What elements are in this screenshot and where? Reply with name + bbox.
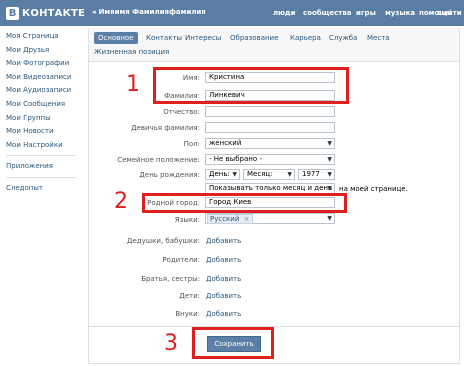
chevron-down-icon: ▼ xyxy=(327,185,332,192)
sidebar-item-videos[interactable]: Мои Видеозаписи xyxy=(6,71,80,85)
sidebar-item-photos[interactable]: Мои Фотографии xyxy=(6,57,80,71)
left-sidebar: Моя Страница Мои Друзья Мои Фотографии М… xyxy=(6,30,80,196)
chevron-down-icon: ▼ xyxy=(327,140,332,147)
annotation-box-3 xyxy=(192,327,274,359)
siblings-label: Братья, сестры: xyxy=(141,275,200,283)
back-arrow-icon: ◂ xyxy=(92,8,96,16)
maiden-name-label: Девичья фамилия: xyxy=(131,124,200,132)
tab-life-position[interactable]: Жизненная позиция xyxy=(94,46,169,58)
gender-label: Пол: xyxy=(183,140,200,148)
nav-logout[interactable]: выйти xyxy=(437,9,462,17)
chevron-down-icon: ▼ xyxy=(327,171,332,178)
profile-tabs: Основное Контакты Интересы Образование К… xyxy=(89,28,459,62)
chevron-down-icon: ▼ xyxy=(327,215,332,222)
sidebar-item-groups[interactable]: Мои Группы xyxy=(6,112,80,126)
profile-name-label: Имяимя Фамилияфамилия xyxy=(98,8,206,16)
top-header: B КОНТАКТЕ ◂ Имяимя Фамилияфамилия люди с… xyxy=(0,0,464,26)
gender-select-value: женский xyxy=(209,139,242,147)
vk-logo[interactable]: B КОНТАКТЕ xyxy=(6,6,85,20)
nav-games[interactable]: игры xyxy=(356,9,376,17)
vk-logo-text: КОНТАКТЕ xyxy=(22,7,86,19)
tab-interests[interactable]: Интересы xyxy=(185,32,221,44)
marital-status-label: Семейное положение: xyxy=(117,156,200,164)
sidebar-item-my-page[interactable]: Моя Страница xyxy=(6,30,80,44)
nav-people[interactable]: люди xyxy=(273,9,296,17)
sidebar-item-pathfinder[interactable]: Следопыт xyxy=(6,182,80,196)
tab-contacts[interactable]: Контакты xyxy=(146,32,182,44)
vk-logo-icon: B xyxy=(6,6,19,20)
birthday-year-select[interactable]: 1977 ▼ xyxy=(298,169,335,180)
birthday-year-value: 1977 xyxy=(302,170,320,178)
maiden-name-field[interactable] xyxy=(205,122,335,133)
tab-career[interactable]: Карьера xyxy=(290,32,321,44)
sidebar-divider xyxy=(6,155,76,157)
nav-music[interactable]: музыка xyxy=(385,9,415,17)
patronymic-field[interactable] xyxy=(205,106,335,117)
sidebar-divider-2 xyxy=(6,176,76,178)
tab-education[interactable]: Образование xyxy=(230,32,278,44)
sidebar-item-audio[interactable]: Мои Аудиозаписи xyxy=(6,84,80,98)
add-parents-link[interactable]: Добавить xyxy=(206,256,241,264)
marital-status-value: - Не выбрано - xyxy=(209,155,262,163)
chevron-down-icon: ▼ xyxy=(327,156,332,163)
add-siblings-link[interactable]: Добавить xyxy=(206,275,241,283)
nav-communities[interactable]: сообщества xyxy=(303,9,352,17)
parents-label: Родители: xyxy=(162,256,200,264)
add-grandchildren-link[interactable]: Добавить xyxy=(206,310,241,318)
annotation-box-2 xyxy=(142,193,347,213)
birthday-month-select[interactable]: Месяц: ▼ xyxy=(243,169,295,180)
remove-tag-icon[interactable]: × xyxy=(244,215,250,223)
chevron-down-icon: ▼ xyxy=(287,171,292,178)
sidebar-item-friends[interactable]: Мои Друзья xyxy=(6,44,80,58)
birthday-visibility-value: Показывать только месяц и день xyxy=(209,184,333,192)
birthday-label: День рождения: xyxy=(139,171,200,179)
annotation-number-2: 2 xyxy=(114,189,128,214)
profile-back-link[interactable]: ◂ Имяимя Фамилияфамилия xyxy=(92,8,206,16)
sidebar-item-apps[interactable]: Приложения xyxy=(6,160,80,174)
patronymic-label: Отчество: xyxy=(163,108,200,116)
gender-select[interactable]: женский ▼ xyxy=(205,138,335,149)
annotation-number-3: 3 xyxy=(164,331,178,356)
sidebar-item-messages[interactable]: Мои Сообщения xyxy=(6,98,80,112)
birthday-month-value: Месяц: xyxy=(247,170,273,178)
form-divider xyxy=(88,326,460,327)
grandchildren-label: Внуки: xyxy=(175,310,200,318)
birthday-day-value: День: xyxy=(209,170,230,178)
add-grandparents-link[interactable]: Добавить xyxy=(206,237,241,245)
children-label: Дети: xyxy=(179,292,200,300)
sidebar-item-news[interactable]: Мои Новости xyxy=(6,125,80,139)
annotation-number-1: 1 xyxy=(126,72,140,97)
language-tag[interactable]: Русский × xyxy=(207,214,253,224)
tab-places[interactable]: Места xyxy=(367,32,390,44)
tab-service[interactable]: Служба xyxy=(329,32,357,44)
marital-status-select[interactable]: - Не выбрано - ▼ xyxy=(205,154,335,165)
tab-basic[interactable]: Основное xyxy=(94,32,138,44)
languages-label: Языки: xyxy=(174,216,200,224)
sidebar-item-settings[interactable]: Мои Настройки xyxy=(6,139,80,153)
language-tag-label: Русский xyxy=(210,215,240,223)
grandparents-label: Дедушки, бабушки: xyxy=(127,237,200,245)
annotation-box-1 xyxy=(153,67,349,104)
add-children-link[interactable]: Добавить xyxy=(206,292,241,300)
birthday-day-select[interactable]: День: ▼ xyxy=(205,169,240,180)
chevron-down-icon: ▼ xyxy=(232,171,237,178)
birthday-visibility-suffix: на моей странице. xyxy=(339,185,408,193)
